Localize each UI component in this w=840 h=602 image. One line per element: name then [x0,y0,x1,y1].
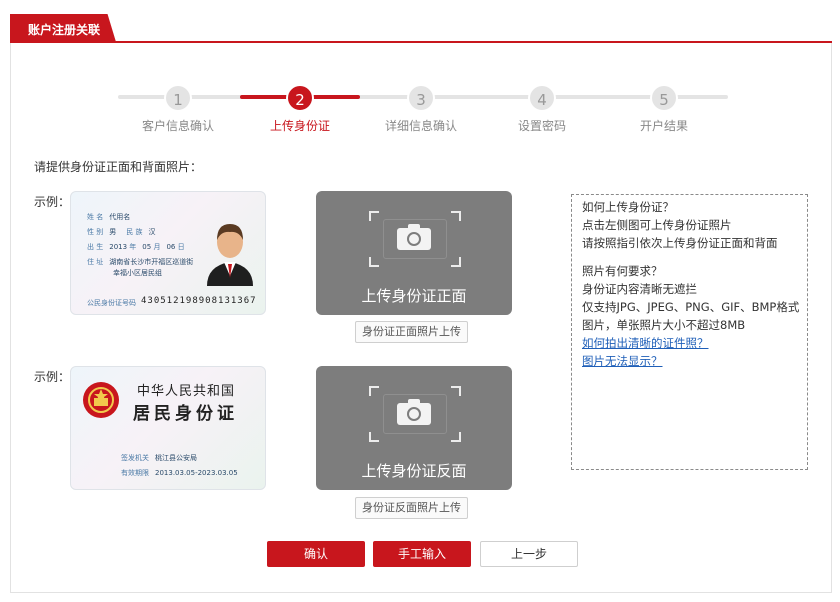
step-4-label: 设置密码 [517,119,566,133]
card-nation-key: 民 族 [126,228,143,236]
step-5-label: 开户结果 [639,119,688,133]
camera-icon [397,399,431,425]
card-birth-month: 05 [142,243,152,251]
camera-frame [369,386,461,442]
help-question-1: 如何上传身份证？ [582,200,674,214]
card-valid-key: 有效期限 [121,469,149,477]
card-title: 居民身份证 [133,404,238,424]
card-authority-value: 桃江县公安局 [155,454,197,462]
card-country-name: 中华人民共和国 [137,384,236,399]
card-address-line1: 湖南省长沙市开福区巡道街 [109,258,194,266]
card-sex-value: 男 [109,228,117,236]
card-birth-day: 06 [166,243,176,251]
confirm-button[interactable]: 确认 [267,541,365,567]
card-name-value: 代用名 [109,213,131,221]
step-1-label: 客户信息确认 [141,119,214,133]
help-answer-2-1: 身份证内容清晰无遮拦 [582,282,697,296]
example-label-front: 示例： [34,195,71,209]
card-nation-value: 汉 [148,228,156,236]
step-5-circle: 5 [650,84,678,112]
step-3-label: 详细信息确认 [384,119,457,133]
camera-frame [369,211,461,267]
id-card-front-sample: 姓 名代用名 性 别男 民 族汉 出 生 2013 年 05 月 06 日 住 址湖南省… [70,191,266,315]
card-authority-key: 签发机关 [121,454,149,462]
card-address-key: 住 址 [87,258,104,266]
card-address-line2: 幸福小区居民组 [113,269,162,277]
help-link-image-not-shown[interactable]: 图片无法显示？ [582,352,797,370]
step-4-circle: 4 [528,84,556,112]
help-link-clear-photo[interactable]: 如何拍出清晰的证件照？ [582,334,797,352]
portrait-icon [207,224,253,286]
help-box: 如何上传身份证？ 点击左侧图可上传身份证照片 请按照指引依次上传身份证正面和背面… [571,194,808,470]
manual-input-button[interactable]: 手工输入 [373,541,471,567]
upload-back-button[interactable]: 身份证反面照片上传 [355,497,468,519]
card-name-key: 姓 名 [87,213,104,221]
help-answer-1-1: 点击左侧图可上传身份证照片 [582,218,732,232]
step-3-circle: 3 [407,84,435,112]
card-birth-month-unit: 月 [153,243,161,251]
camera-icon [397,224,431,250]
upload-front-text: 上传身份证正面 [361,287,467,305]
help-answer-2-3: 图片，单张照片大小不超过8MB [582,318,746,332]
card-birth-key: 出 生 [87,243,104,251]
card-id-key: 公民身份证号码 [87,299,136,307]
upload-back-area[interactable]: 上传身份证反面 [316,366,512,490]
card-id-number: 430512198908131367 [141,296,257,306]
id-card-back-sample: 中华人民共和国 居民身份证 签发机关 桃江县公安局 有效期限 2013.03.05-… [70,366,266,490]
card-birth-day-unit: 日 [177,243,185,251]
step-2-circle: 2 [286,84,314,112]
upload-front-button[interactable]: 身份证正面照片上传 [355,321,468,343]
example-label-back: 示例： [34,370,71,384]
help-question-2: 照片有何要求？ [582,264,663,278]
upload-front-area[interactable]: 上传身份证正面 [316,191,512,315]
card-birth-year-unit: 年 [129,243,137,251]
card-sex-key: 性 别 [87,228,104,236]
section-tab: 账户注册关联 [10,14,116,42]
previous-step-button[interactable]: 上一步 [480,541,578,567]
national-emblem-icon [83,382,119,418]
card-valid-value: 2013.03.05-2023.03.05 [155,469,238,477]
card-birth-year: 2013 [109,243,128,251]
help-answer-1-2: 请按照指引依次上传身份证正面和背面 [582,236,778,250]
step-1-circle: 1 [164,84,192,112]
upload-back-text: 上传身份证反面 [361,462,467,480]
step-2-label: 上传身份证 [269,119,330,133]
instruction-text: 请提供身份证正面和背面照片： [34,160,203,174]
help-answer-2-2: 仅支持JPG、JPEG、PNG、GIF、BMP格式 [582,300,800,314]
